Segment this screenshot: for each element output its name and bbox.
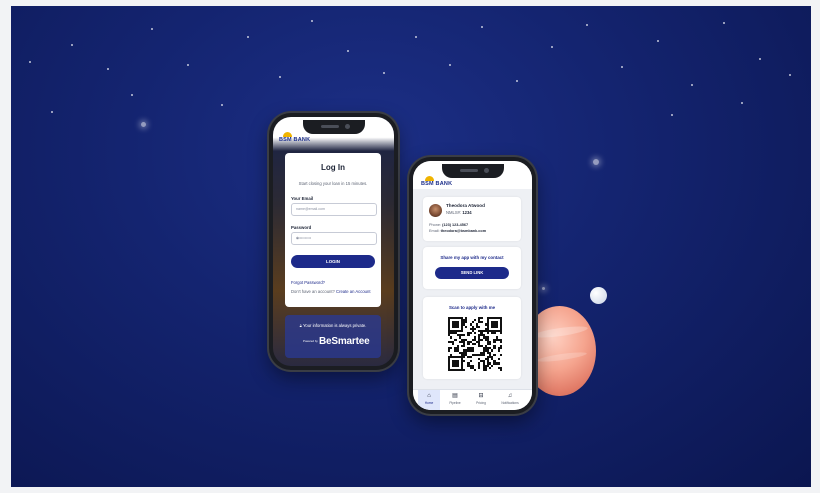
- login-screen: BSM BANK Log In Start closing your loan …: [273, 117, 394, 366]
- powered-by-label: Powered by: [303, 339, 318, 343]
- qr-card: Scan to apply with me: [423, 297, 521, 379]
- share-card: Share my app with my contact SEND LINK: [423, 247, 521, 289]
- forgot-password-link[interactable]: Forgot Password?: [291, 280, 325, 285]
- email-label: Your Email: [291, 196, 314, 201]
- sun-logo-icon: [283, 132, 292, 137]
- scan-title: Scan to apply with me: [448, 305, 496, 310]
- moon-illustration: [590, 287, 607, 304]
- login-button[interactable]: LOGIN: [291, 255, 375, 268]
- sun-logo-icon: [425, 176, 434, 181]
- eye-icon[interactable]: ◉: [296, 236, 372, 240]
- signup-prompt: Don't have an account? Create an Account: [291, 289, 371, 294]
- officer-phone: Phone: (123) 123-4567: [429, 223, 469, 227]
- qr-module: [499, 368, 502, 371]
- home-icon: ⌂: [427, 393, 431, 399]
- bank-logo: BSM BANK: [279, 132, 310, 143]
- login-card: Log In Start closing your loan in 15 min…: [285, 153, 381, 307]
- login-subtitle: Start closing your loan in 15 minutes.: [298, 181, 368, 186]
- bank-logo: BSM BANK: [421, 176, 452, 187]
- phone-login: BSM BANK Log In Start closing your loan …: [269, 113, 398, 370]
- email-field[interactable]: name@email.com: [291, 203, 377, 216]
- qr-code: [448, 317, 502, 371]
- calculator-icon: ⊟: [478, 393, 484, 399]
- officer-name: Theodora Atwood: [446, 203, 485, 208]
- officer-email: Email: theodora@bsmbank.com: [429, 229, 487, 233]
- document-icon: ▤: [452, 393, 458, 399]
- bottom-tab-bar: ⌂ Home ▤ Pipeline ⊟ Pricing ♫ Notificati…: [413, 389, 532, 410]
- officer-card: Theodora Atwood NMLS#: 1234 Phone: (123)…: [423, 197, 521, 241]
- tab-notifications[interactable]: ♫ Notifications: [497, 390, 523, 410]
- privacy-text: Your information is always private.: [302, 323, 367, 328]
- tab-home[interactable]: ⌂ Home: [418, 390, 440, 410]
- send-link-button[interactable]: SEND LINK: [435, 267, 509, 279]
- privacy-panel: 🔒︎ Your information is always private. P…: [285, 315, 381, 358]
- password-field[interactable]: •••••••••••• ◉: [291, 232, 377, 245]
- nmls-number: NMLS#: 1234: [446, 210, 472, 215]
- phone-loan-officer: BSM BANK Theodora Atwood NMLS#: 1234 Pho…: [409, 157, 536, 414]
- loan-officer-screen: BSM BANK Theodora Atwood NMLS#: 1234 Pho…: [413, 161, 532, 410]
- avatar: [429, 204, 442, 217]
- password-label: Password: [291, 225, 312, 230]
- besmartee-logo: BeSmartee: [319, 336, 370, 347]
- tab-pricing[interactable]: ⊟ Pricing: [470, 390, 492, 410]
- share-title: Share my app with my contact: [440, 255, 504, 260]
- create-account-link[interactable]: Create an Account: [336, 289, 370, 294]
- tab-pipeline[interactable]: ▤ Pipeline: [444, 390, 466, 410]
- lock-icon: 🔒︎: [299, 323, 302, 328]
- login-title: Log In: [321, 163, 345, 172]
- bell-icon: ♫: [507, 393, 513, 399]
